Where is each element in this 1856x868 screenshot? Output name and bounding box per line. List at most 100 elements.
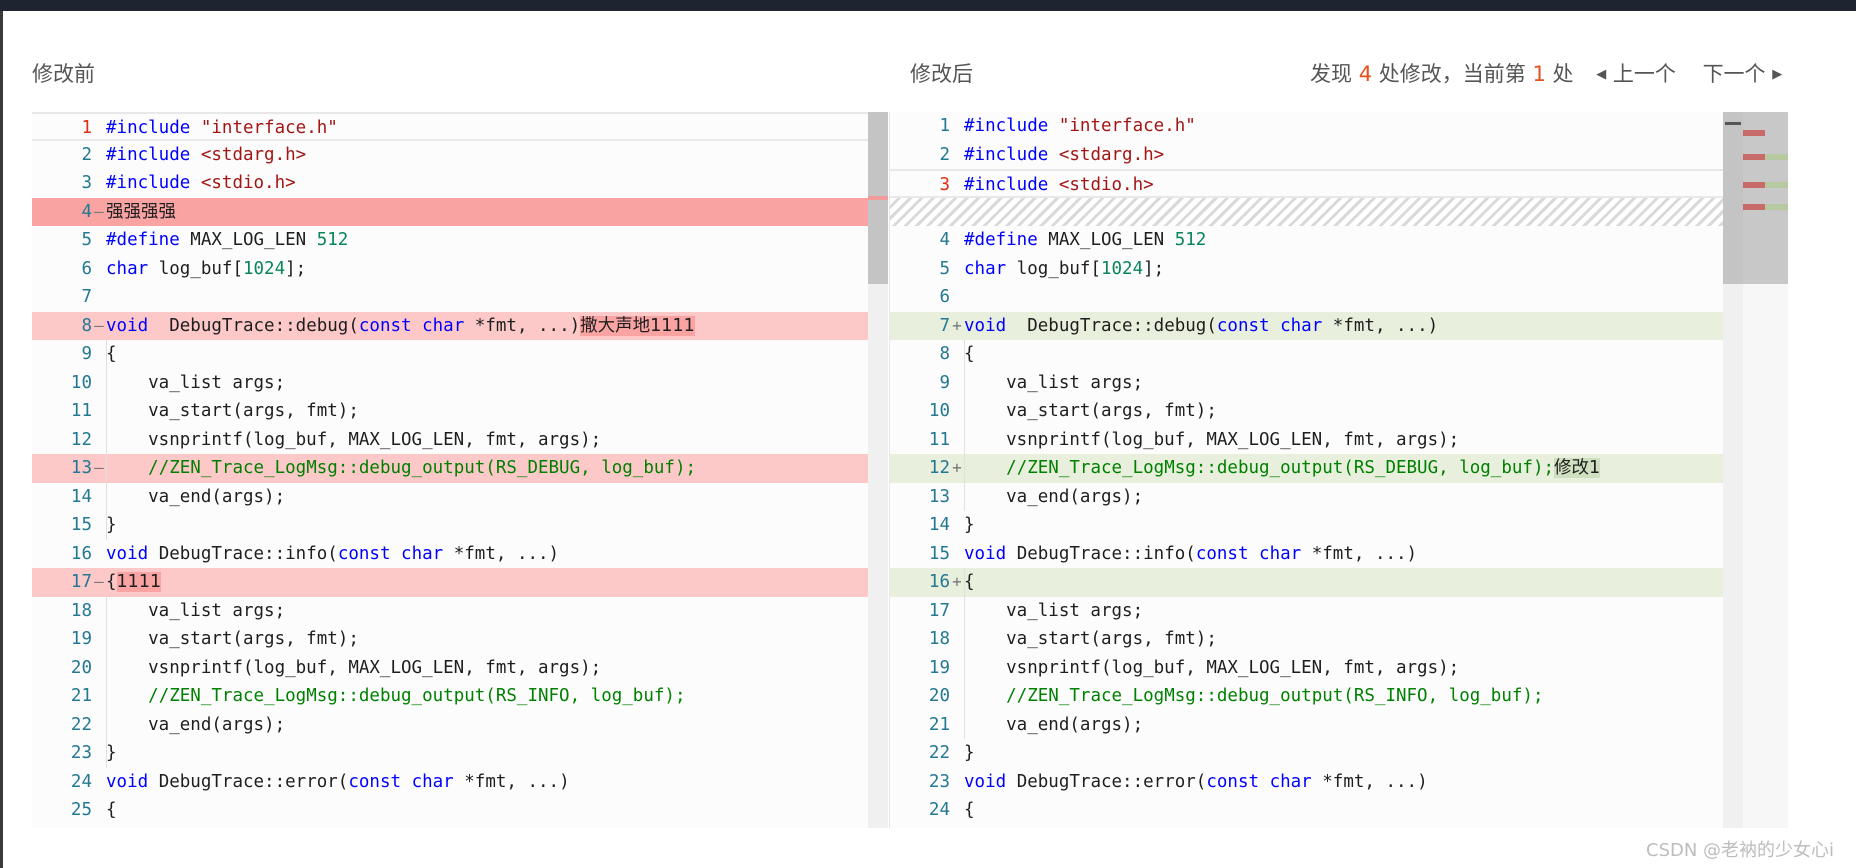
code-line[interactable]: 15 void DebugTrace::info(const char *fmt,…	[890, 540, 1744, 569]
line-number: 23	[928, 771, 950, 792]
code-token: //ZEN_Trace_LogMsg::debug_output(RS_INFO…	[1006, 686, 1544, 706]
code-line[interactable]: 8{	[890, 340, 1744, 369]
code-token: 512	[316, 230, 349, 250]
code-line[interactable]: 1 #include "interface.h"	[32, 112, 888, 141]
code-line[interactable]: 17 va_list args;	[890, 597, 1744, 626]
code-line[interactable]: 19 va_start(args, fmt);	[32, 625, 888, 654]
code-line[interactable]: 18 va_list args;	[32, 597, 888, 626]
overview-insertion-marker	[1765, 154, 1788, 160]
overview-insertion-marker	[1765, 182, 1788, 188]
line-number: 14	[70, 486, 92, 507]
scrollbar-change-marker	[868, 196, 888, 200]
code-line[interactable]: 9{	[32, 340, 888, 369]
indent-guide	[964, 568, 965, 739]
code-line[interactable]: 16 +{	[890, 568, 1744, 597]
original-editor[interactable]: 1 #include "interface.h" 2 #include <stdarg…	[32, 112, 888, 828]
code-line[interactable]: 17— {1111	[32, 568, 888, 597]
prev-change-button[interactable]: ◀ 上一个	[1596, 62, 1682, 86]
line-number: 24	[70, 771, 92, 792]
code-line[interactable]: 5 char log_buf[1024];	[890, 255, 1744, 284]
code-line[interactable]: 11 va_start(args, fmt);	[32, 397, 888, 426]
code-line[interactable]: 20 vsnprintf(log_buf, MAX_LOG_LEN, fmt, …	[32, 654, 888, 683]
code-line[interactable]: 6	[890, 283, 1744, 312]
code-line[interactable]: 3 #include <stdio.h>	[32, 169, 888, 198]
diff-filler-row[interactable]	[890, 197, 1744, 226]
code-token: void	[964, 315, 1007, 336]
code-token: void	[964, 543, 1007, 564]
insert-marker: +	[952, 458, 962, 477]
code-token: DebugTrace::error(	[148, 771, 349, 792]
code-line[interactable]: 3 #include <stdio.h>	[890, 169, 1744, 198]
modified-editor-scrollbar[interactable]	[1723, 112, 1743, 828]
overview-viewport[interactable]	[1743, 112, 1788, 284]
line-number: 6	[939, 287, 950, 307]
code-line[interactable]: 13— //ZEN_Trace_LogMsg::debug_output(RS_…	[32, 454, 888, 483]
code-line[interactable]: 2 #include <stdarg.h>	[890, 141, 1744, 170]
code-line[interactable]: 8— void DebugTrace::debug(const char *fmt…	[32, 311, 888, 340]
code-line[interactable]: 16 void DebugTrace::info(const char *fmt,…	[32, 540, 888, 569]
code-line[interactable]: 10 va_start(args, fmt);	[890, 397, 1744, 426]
scrollbar-thumb[interactable]	[1723, 112, 1743, 284]
code-line[interactable]: 22 va_end(args);	[32, 711, 888, 740]
code-line[interactable]: 9 va_list args;	[890, 369, 1744, 398]
code-token: <stdarg.h>	[1058, 144, 1165, 165]
code-token: log_buf[	[1006, 258, 1101, 279]
line-number: 3	[81, 173, 92, 193]
code-line[interactable]: 2 #include <stdarg.h>	[32, 141, 888, 170]
code-line[interactable]: 14 va_end(args);	[32, 483, 888, 512]
code-token: #include	[106, 144, 191, 165]
line-number: 20	[928, 686, 950, 706]
code-line[interactable]: 12 + //ZEN_Trace_LogMsg::debug_output(RS_…	[890, 454, 1744, 483]
code-line[interactable]: 13 va_end(args);	[890, 483, 1744, 512]
code-token: va_end(args);	[106, 486, 286, 507]
line-number: 11	[70, 401, 92, 421]
code-text: va_end(args);	[106, 483, 285, 512]
code-text: void DebugTrace::error(const char *fmt, …	[964, 768, 1428, 797]
original-editor-scrollbar[interactable]	[868, 112, 888, 828]
code-line[interactable]: 12 vsnprintf(log_buf, MAX_LOG_LEN, fmt, …	[32, 426, 888, 455]
next-change-button[interactable]: 下一个 ▶	[1703, 62, 1783, 86]
code-line[interactable]: 22}	[890, 739, 1744, 768]
code-text: vsnprintf(log_buf, MAX_LOG_LEN, fmt, arg…	[964, 426, 1459, 455]
code-line[interactable]: 10 va_list args;	[32, 369, 888, 398]
line-number: 4	[939, 230, 950, 250]
code-line[interactable]: 23}	[32, 739, 888, 768]
code-line[interactable]: 4— 强强强强	[32, 197, 888, 226]
code-token: log_buf[	[148, 258, 243, 279]
code-text: #define MAX_LOG_LEN 512	[964, 226, 1206, 255]
code-line[interactable]: 14}	[890, 511, 1744, 540]
code-line[interactable]: 21 va_end(args);	[890, 711, 1744, 740]
code-line[interactable]: 23 void DebugTrace::error(const char *fmt…	[890, 768, 1744, 797]
code-line[interactable]: 25 {	[32, 796, 888, 825]
code-text: va_list args;	[106, 369, 285, 398]
code-text: //ZEN_Trace_LogMsg::debug_output(RS_DEBU…	[964, 454, 1601, 483]
code-line[interactable]: 5 #define MAX_LOG_LEN 512	[32, 226, 888, 255]
modified-editor[interactable]: 1 #include "interface.h" 2 #include <stdarg…	[889, 112, 1744, 828]
code-token: va_list args;	[106, 600, 286, 621]
code-text: }	[106, 739, 117, 768]
line-number: 13	[70, 458, 92, 478]
code-line[interactable]: 7 + void DebugTrace::debug(const char *fmt…	[890, 311, 1744, 340]
code-line[interactable]: 4 #define MAX_LOG_LEN 512	[890, 226, 1744, 255]
code-token: {	[106, 344, 117, 364]
code-line[interactable]: 6 char log_buf[1024];	[32, 255, 888, 284]
code-line[interactable]: 21 //ZEN_Trace_LogMsg::debug_output(RS_I…	[32, 682, 888, 711]
code-token: char	[422, 315, 465, 336]
window-top-bar	[0, 0, 1856, 11]
code-token: #include	[964, 175, 1049, 195]
inserted-text: 修改1	[1554, 458, 1601, 478]
code-line[interactable]: 19 vsnprintf(log_buf, MAX_LOG_LEN, fmt, …	[890, 654, 1744, 683]
code-line[interactable]: 20 //ZEN_Trace_LogMsg::debug_output(RS_I…	[890, 682, 1744, 711]
code-line[interactable]: 15}	[32, 511, 888, 540]
line-number: 4	[81, 201, 92, 222]
diff-overview-ruler[interactable]	[1743, 112, 1788, 828]
code-line[interactable]: 1 #include "interface.h"	[890, 112, 1744, 141]
code-line[interactable]: 7	[32, 283, 888, 312]
code-line[interactable]: 24 {	[890, 796, 1744, 825]
code-line[interactable]: 24 void DebugTrace::error(const char *fmt…	[32, 768, 888, 797]
code-line[interactable]: 11 vsnprintf(log_buf, MAX_LOG_LEN, fmt, …	[890, 426, 1744, 455]
code-line[interactable]: 18 va_start(args, fmt);	[890, 625, 1744, 654]
